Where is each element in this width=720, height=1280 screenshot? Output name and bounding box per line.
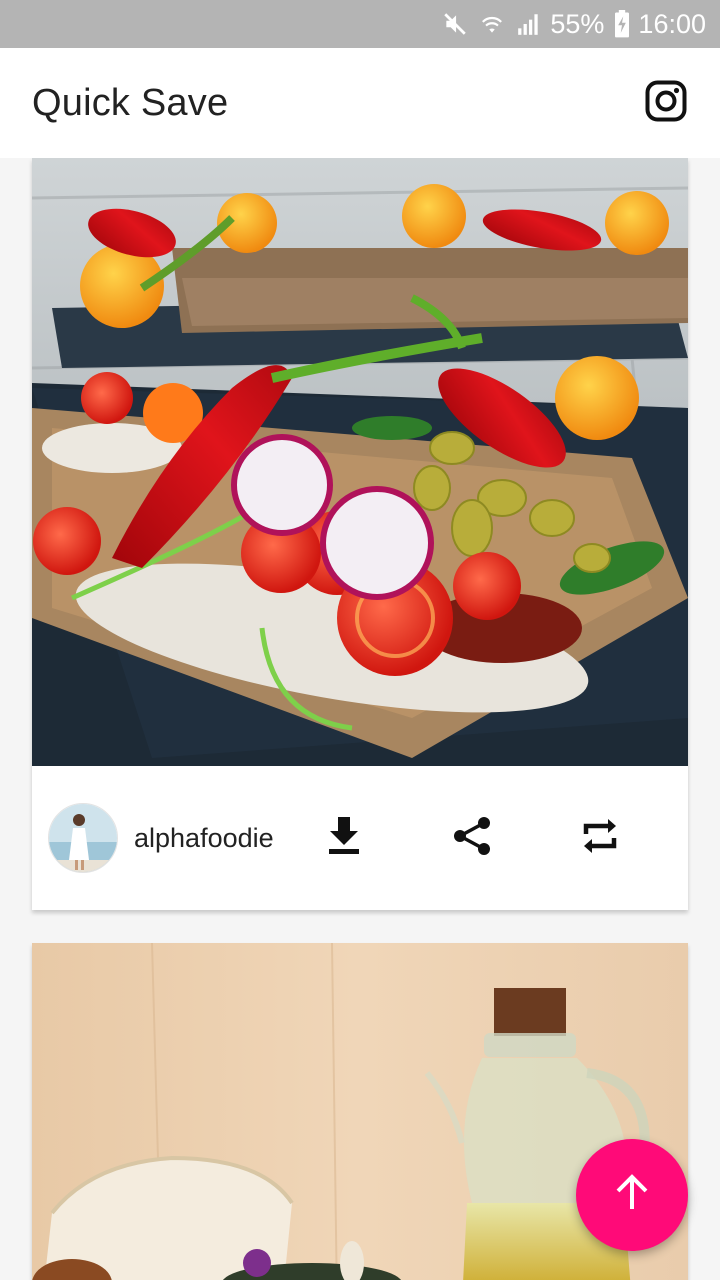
post-photo[interactable] [32,158,688,766]
instagram-button[interactable] [644,80,688,127]
share-icon [453,816,491,861]
clock: 16:00 [638,8,706,39]
download-icon [327,816,361,860]
app-bar: Quick Save [0,48,720,158]
status-bar: 55% 16:00 [0,0,720,48]
instagram-icon [645,80,687,127]
avatar[interactable] [48,803,118,873]
mute-icon [442,11,468,37]
share-button[interactable] [440,806,504,870]
download-button[interactable] [312,806,376,870]
repost-button[interactable] [568,806,632,870]
arrow-up-icon [612,1173,652,1218]
wifi-icon [478,11,506,37]
scroll-to-top-button[interactable] [576,1139,688,1251]
battery-charging-icon [614,10,630,38]
app-title: Quick Save [32,81,229,124]
battery-percent: 55% [550,8,605,39]
repost-icon [581,816,619,861]
post-card: alphafoodie [32,158,688,910]
username[interactable]: alphafoodie [134,823,304,854]
post-footer: alphafoodie [32,766,688,910]
signal-icon [516,11,542,37]
post-feed[interactable]: alphafoodie [0,158,720,1280]
